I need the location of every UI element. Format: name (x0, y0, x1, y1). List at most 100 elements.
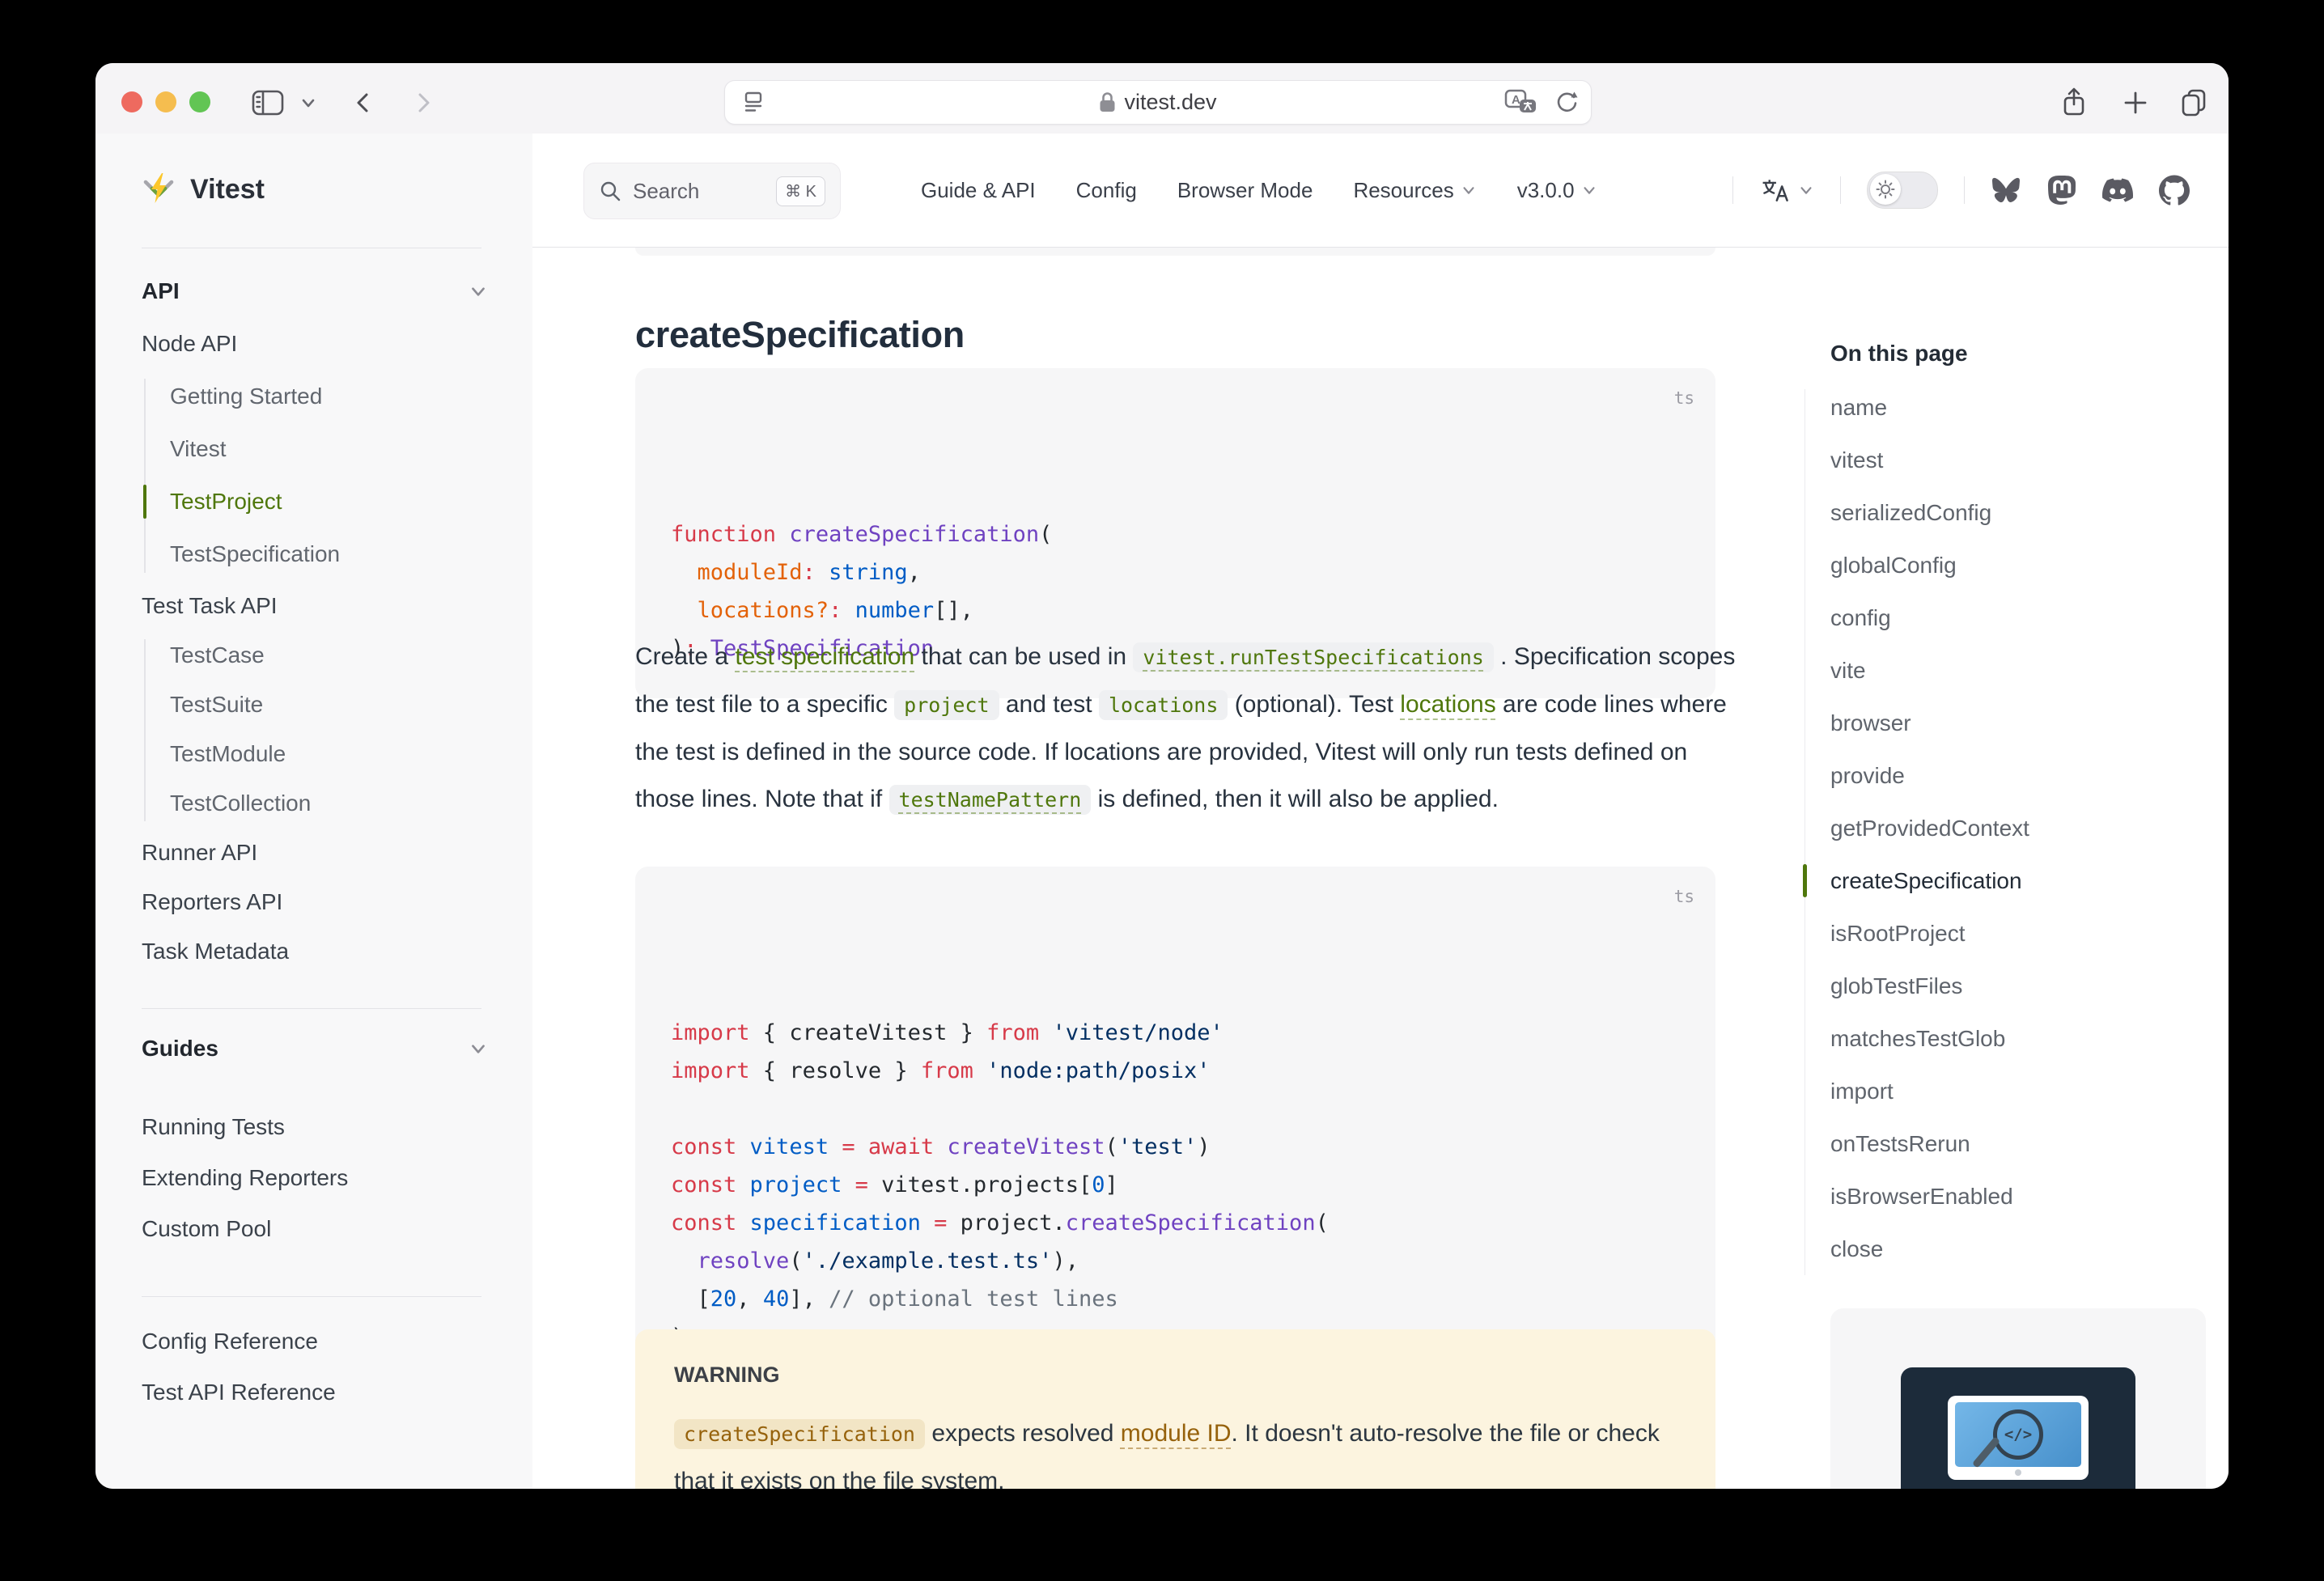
tabs-icon (2179, 87, 2208, 118)
new-tab-button[interactable] (2115, 83, 2156, 123)
outline-item-config[interactable]: config (1830, 591, 2178, 644)
outline-item-isrootproject[interactable]: isRootProject (1830, 907, 2178, 960)
nav-resources-label: Resources (1353, 178, 1453, 203)
sidebar-item-vitest[interactable]: Vitest (170, 431, 227, 467)
nav-menu-version[interactable]: v3.0.0 (1517, 178, 1597, 203)
inline-link[interactable]: locations (1400, 691, 1495, 718)
outline-item-import[interactable]: import (1830, 1065, 2178, 1117)
search-button[interactable]: Search ⌘ K (583, 163, 841, 219)
vitest-logo[interactable]: Vitest (140, 172, 265, 206)
sidebar-item-test-api-reference[interactable]: Test API Reference (142, 1375, 336, 1410)
address-bar[interactable]: vitest.dev A (724, 80, 1592, 125)
sidebar-item-testspecification[interactable]: TestSpecification (170, 536, 340, 572)
code-line: const specification = project.createSpec… (671, 1204, 1680, 1242)
nav-link-config[interactable]: Config (1076, 178, 1137, 203)
sidebar-heading-test-task-api[interactable]: Test Task API (142, 588, 278, 624)
sidebar-item-testcollection[interactable]: TestCollection (170, 786, 311, 821)
outline-item-isbrowserenabled[interactable]: isBrowserEnabled (1830, 1170, 2178, 1223)
section-guides-chevron-icon[interactable] (464, 1031, 493, 1066)
chevron-down-icon (1581, 182, 1597, 198)
browser-toolbar: vitest.dev A (95, 63, 2229, 134)
outline-item-name[interactable]: name (1830, 381, 2178, 434)
sidebar-heading-node-api[interactable]: Node API (142, 326, 237, 362)
sidebar-item-extending-reporters[interactable]: Extending Reporters (142, 1160, 348, 1196)
language-menu-button[interactable] (1759, 176, 1814, 204)
address-bar-actions: A (1503, 88, 1580, 117)
outline-item-vite[interactable]: vite (1830, 644, 2178, 697)
search-kbd: ⌘ K (776, 176, 825, 206)
close-window-button[interactable] (121, 91, 142, 112)
sidebar-item-getting-started[interactable]: Getting Started (170, 379, 322, 414)
text-run: expects resolved (925, 1420, 1121, 1447)
tab-overview-button[interactable] (2173, 83, 2214, 123)
sidebar-toggle-button[interactable] (248, 83, 288, 123)
section-api-chevron-icon[interactable] (464, 273, 493, 309)
code-lang-badge: ts (1674, 379, 1694, 418)
code-line: ​ (671, 1090, 1680, 1128)
inline-link[interactable]: module ID (1121, 1420, 1232, 1447)
sidebar-menu-chevron-button[interactable] (295, 83, 322, 123)
inline-link[interactable]: test specification (735, 643, 914, 670)
inline-code: createSpecification (674, 1419, 925, 1449)
code-line: function createSpecification( (671, 515, 1680, 553)
inline-link[interactable]: vitest.runTestSpecifications (1133, 642, 1493, 672)
logo-text: Vitest (190, 174, 265, 206)
inline-link[interactable]: testNamePattern (889, 785, 1092, 815)
page-title: createSpecification (635, 314, 965, 356)
outline-item-globtestfiles[interactable]: globTestFiles (1830, 960, 2178, 1012)
sidebar-item-custom-pool[interactable]: Custom Pool (142, 1211, 271, 1247)
outline-item-close[interactable]: close (1830, 1223, 2178, 1275)
outline-item-createspecification[interactable]: createSpecification (1830, 854, 2178, 907)
outline-item-globalconfig[interactable]: globalConfig (1830, 539, 2178, 591)
back-arrow-icon (352, 91, 375, 115)
bluesky-link[interactable] (1991, 176, 2021, 204)
share-button[interactable] (2054, 83, 2094, 123)
maximize-window-button[interactable] (189, 91, 210, 112)
sidebar-item-testcase[interactable]: TestCase (170, 638, 265, 673)
sidebar-item-reporters-api[interactable]: Reporters API (142, 884, 282, 920)
github-link[interactable] (2159, 175, 2190, 206)
outline-item-provide[interactable]: provide (1830, 749, 2178, 802)
outline-item-getprovidedcontext[interactable]: getProvidedContext (1830, 802, 2178, 854)
vitest-logo-icon (140, 172, 177, 206)
nav-menu-resources[interactable]: Resources (1353, 178, 1476, 203)
outline-item-serializedconfig[interactable]: serializedConfig (1830, 486, 2178, 539)
mastodon-link[interactable] (2047, 176, 2076, 205)
sidebar-item-running-tests[interactable]: Running Tests (142, 1109, 285, 1145)
code-line: [20, 40], // optional test lines (671, 1280, 1680, 1318)
minimize-window-button[interactable] (155, 91, 176, 112)
outline-list: name vitest serializedConfig globalConfi… (1830, 381, 2178, 1275)
theme-toggle[interactable] (1867, 172, 1938, 209)
forward-arrow-icon (412, 91, 435, 115)
sidebar-item-task-metadata[interactable]: Task Metadata (142, 934, 289, 969)
sidebar-section-guides[interactable]: Guides (142, 1031, 218, 1066)
translate-icon: A (1503, 88, 1539, 117)
doc-content: createSpecification ts function createSp… (532, 248, 2229, 1489)
sidebar-toggle-icon (251, 88, 285, 117)
outline-item-matchestestglob[interactable]: matchesTestGlob (1830, 1012, 2178, 1065)
sun-icon (1876, 180, 1895, 199)
nav-link-browser-mode[interactable]: Browser Mode (1177, 178, 1313, 203)
laptop-screen: </> (1955, 1402, 2081, 1467)
outline-active-marker (1803, 864, 1807, 897)
forward-button[interactable] (403, 83, 443, 123)
back-button[interactable] (343, 83, 384, 123)
outline-item-browser[interactable]: browser (1830, 697, 2178, 749)
sidebar-item-testsuite[interactable]: TestSuite (170, 687, 263, 723)
translate-button[interactable]: A (1503, 88, 1539, 117)
discord-link[interactable] (2102, 175, 2133, 206)
outline-item-vitest[interactable]: vitest (1830, 434, 2178, 486)
sidebar-item-testmodule[interactable]: TestModule (170, 736, 286, 772)
theme-toggle-knob (1870, 174, 1901, 205)
previous-code-block-edge (635, 248, 1715, 256)
sidebar-item-testproject[interactable]: TestProject (170, 484, 282, 519)
code-line: const vitest = await createVitest('test'… (671, 1128, 1680, 1166)
sidebar-item-config-reference[interactable]: Config Reference (142, 1324, 318, 1359)
sidebar-section-api[interactable]: API (142, 273, 180, 309)
sidebar-item-runner-api[interactable]: Runner API (142, 835, 257, 871)
text-run: (optional). Test (1228, 691, 1400, 718)
sponsor-card[interactable]: </> (1830, 1308, 2206, 1489)
reload-button[interactable] (1554, 89, 1580, 117)
outline-item-ontestsrerun[interactable]: onTestsRerun (1830, 1117, 2178, 1170)
nav-link-guide-api[interactable]: Guide & API (921, 178, 1036, 203)
